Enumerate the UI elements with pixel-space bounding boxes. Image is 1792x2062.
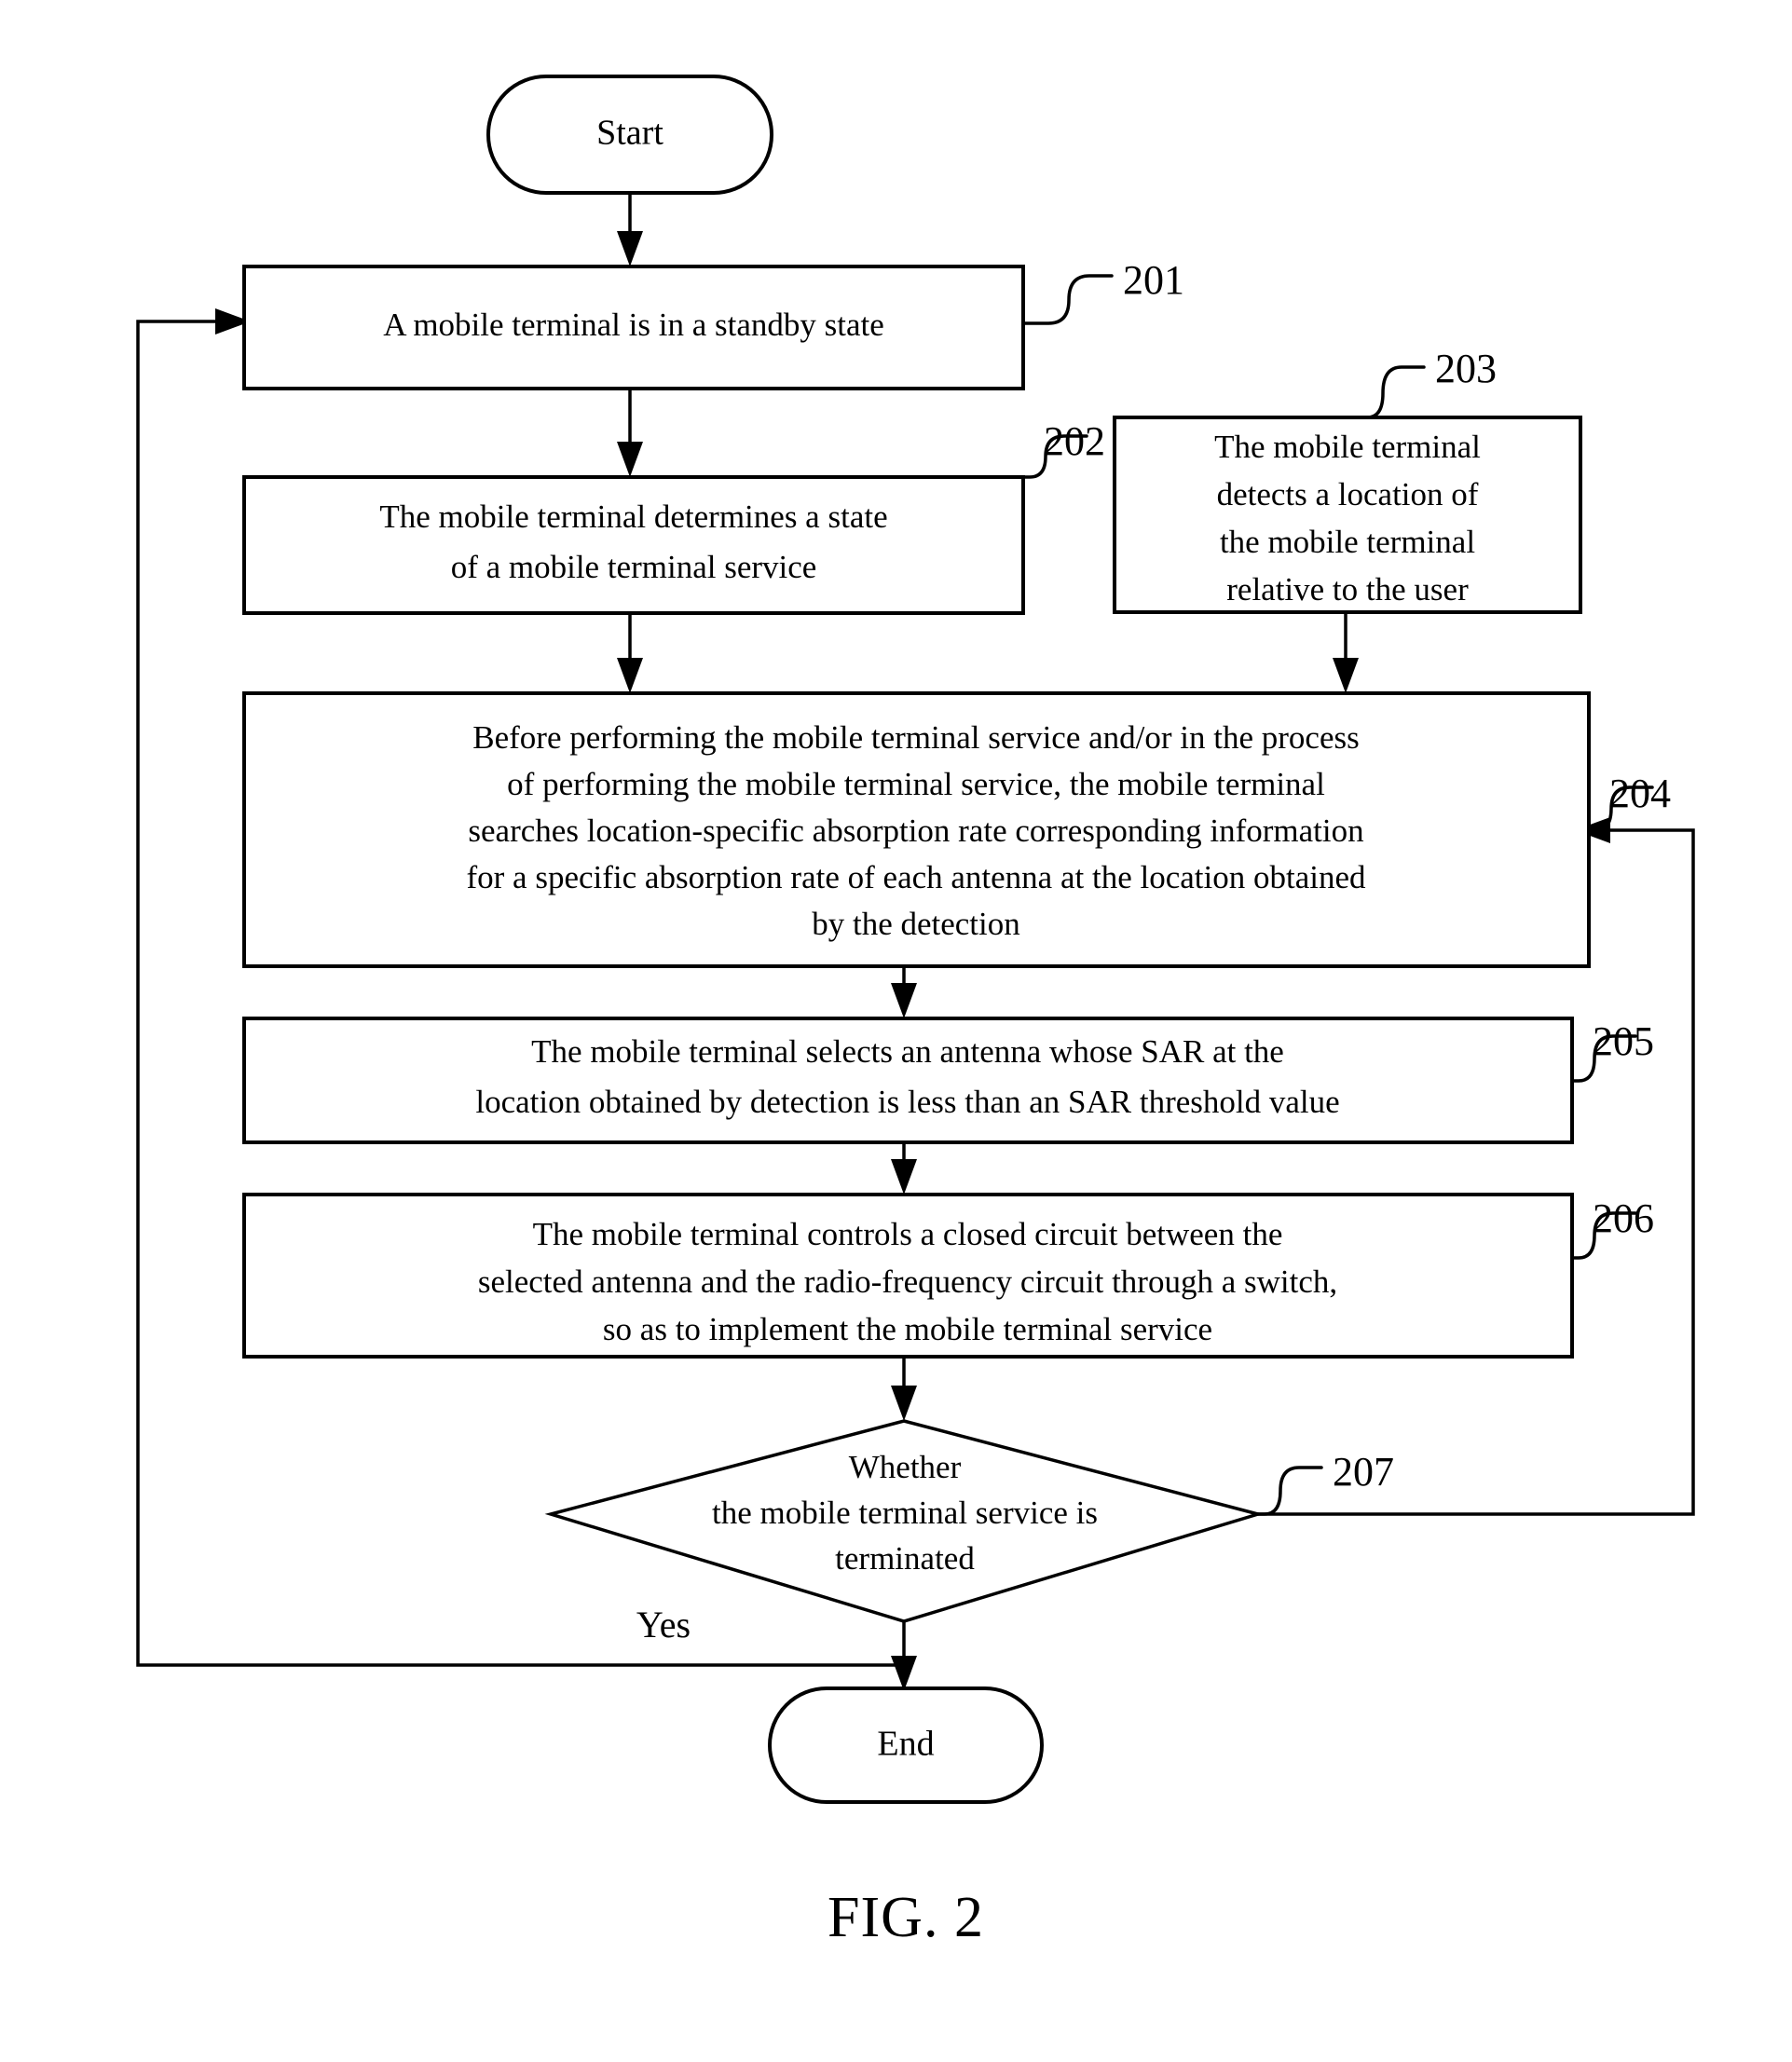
branch-label-yes: Yes: [636, 1604, 691, 1646]
step-204-line-3: searches location-specific absorption ra…: [468, 813, 1363, 849]
ref-207: 207: [1333, 1449, 1394, 1495]
edge-207-yes-to-end: [891, 1621, 917, 1691]
node-step-206: The mobile terminal controls a closed ci…: [242, 1193, 1574, 1359]
step-207-line-3: terminated: [835, 1540, 975, 1577]
step-203-line-1: The mobile terminal: [1214, 429, 1481, 465]
edge-start-to-201: [617, 193, 643, 266]
end-label: End: [877, 1725, 934, 1764]
step-202-line-2: of a mobile terminal service: [451, 549, 817, 585]
edge-205-to-206: [891, 1142, 917, 1195]
step-204-line-2: of performing the mobile terminal servic…: [507, 766, 1325, 802]
ref-206: 206: [1593, 1195, 1654, 1241]
start-label: Start: [596, 114, 663, 153]
step-207-line-1: Whether: [849, 1449, 962, 1485]
node-start: Start: [486, 75, 773, 195]
edge-204-to-205: [891, 966, 917, 1018]
ref-202: 202: [1044, 418, 1105, 464]
node-step-205: The mobile terminal selects an antenna w…: [242, 1017, 1574, 1144]
ref-205: 205: [1593, 1018, 1654, 1064]
edge-201-to-202: [617, 389, 643, 477]
figure-caption: FIG. 2: [828, 1886, 984, 1949]
step-205-line-1: The mobile terminal selects an antenna w…: [531, 1033, 1284, 1070]
step-203-line-3: the mobile terminal: [1220, 524, 1475, 560]
ref-leader-201: 201: [1021, 257, 1184, 325]
ref-203: 203: [1435, 346, 1497, 391]
step-205-line-2: location obtained by detection is less t…: [475, 1084, 1339, 1120]
ref-leader-207: 207: [1256, 1449, 1394, 1516]
edge-203-to-204: [1333, 612, 1359, 693]
node-step-201: A mobile terminal is in a standby state: [242, 265, 1025, 390]
step-204-line-4: for a specific absorption rate of each a…: [467, 859, 1366, 895]
step-207-line-2: the mobile terminal service is: [712, 1495, 1098, 1531]
step-201-line-1: A mobile terminal is in a standby state: [383, 307, 884, 343]
node-step-203: The mobile terminal detects a location o…: [1113, 416, 1582, 614]
node-step-204: Before performing the mobile terminal se…: [242, 691, 1591, 968]
flowchart-diagram: Start A mobile terminal is in a standby …: [136, 75, 1695, 1949]
step-204-line-1: Before performing the mobile terminal se…: [472, 719, 1359, 756]
ref-leader-202: 202: [1021, 418, 1105, 479]
ref-204: 204: [1609, 771, 1671, 816]
step-206-line-1: The mobile terminal controls a closed ci…: [533, 1216, 1283, 1252]
ref-201: 201: [1123, 257, 1184, 303]
node-step-202: The mobile terminal determines a state o…: [242, 475, 1025, 615]
step-202-line-1: The mobile terminal determines a state: [379, 498, 887, 535]
edge-202-to-204: [617, 613, 643, 693]
step-203-line-2: detects a location of: [1217, 476, 1479, 512]
ref-leader-205: 205: [1570, 1018, 1654, 1083]
ref-leader-206: 206: [1570, 1195, 1654, 1260]
patent-figure: Start A mobile terminal is in a standby …: [0, 0, 1792, 2062]
step-206-line-3: so as to implement the mobile terminal s…: [603, 1311, 1212, 1347]
step-206-line-2: selected antenna and the radio-frequency…: [478, 1263, 1337, 1300]
node-end: End: [768, 1686, 1044, 1804]
node-step-207: Whether the mobile terminal service is t…: [544, 1419, 1265, 1623]
ref-leader-203: 203: [1359, 346, 1497, 419]
step-203-line-4: relative to the user: [1226, 571, 1469, 608]
edge-206-to-207: [891, 1357, 917, 1421]
step-204-line-5: by the detection: [812, 906, 1020, 942]
